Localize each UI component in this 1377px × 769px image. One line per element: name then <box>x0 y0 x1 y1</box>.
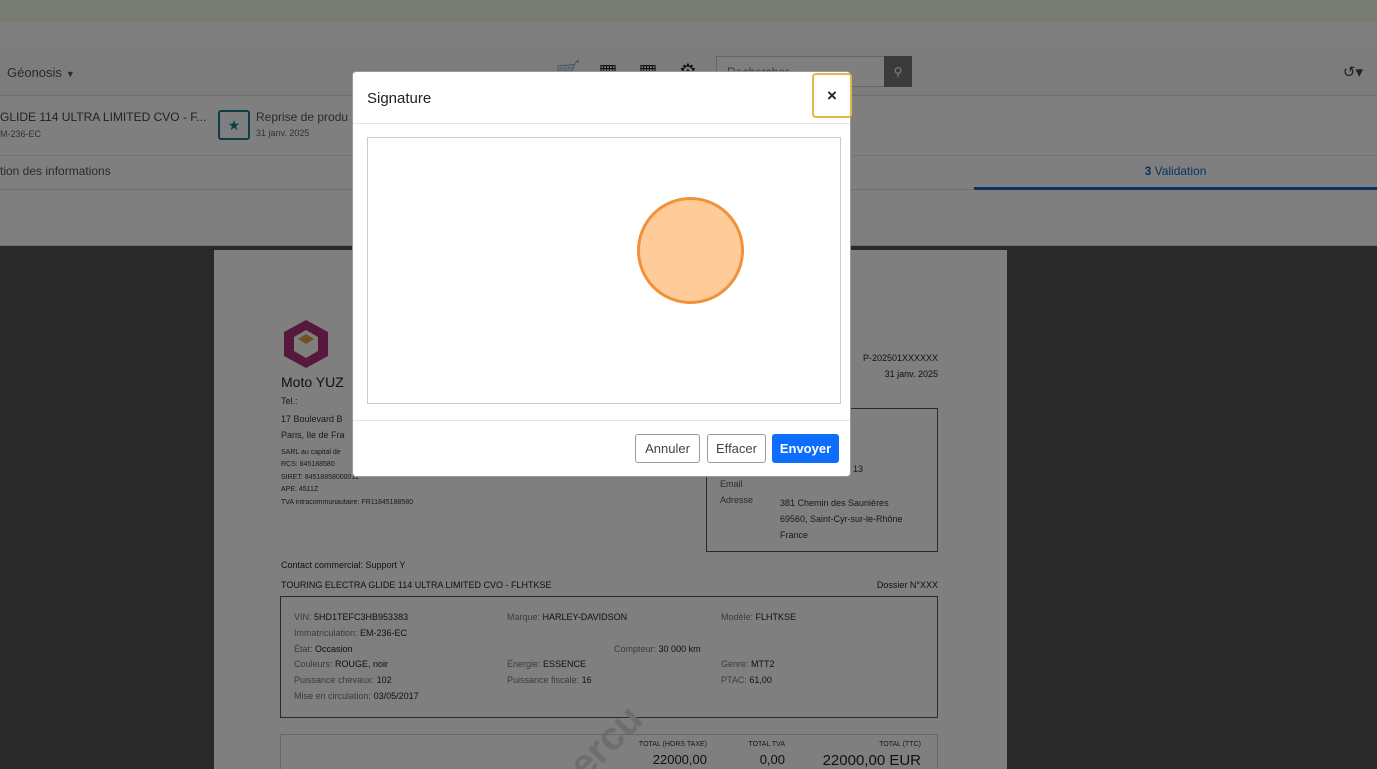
pointer-indicator <box>637 197 744 304</box>
close-icon: × <box>827 85 837 105</box>
modal-footer: Annuler Effacer Envoyer <box>353 420 850 476</box>
modal-header: Signature × <box>353 72 852 124</box>
cancel-button[interactable]: Annuler <box>635 434 700 463</box>
close-button[interactable]: × <box>812 73 852 118</box>
signature-canvas[interactable] <box>367 137 841 404</box>
clear-button[interactable]: Effacer <box>707 434 766 463</box>
modal-title: Signature <box>367 90 432 107</box>
signature-modal: Signature × Annuler Effacer Envoyer <box>352 71 852 477</box>
send-button[interactable]: Envoyer <box>772 434 839 463</box>
